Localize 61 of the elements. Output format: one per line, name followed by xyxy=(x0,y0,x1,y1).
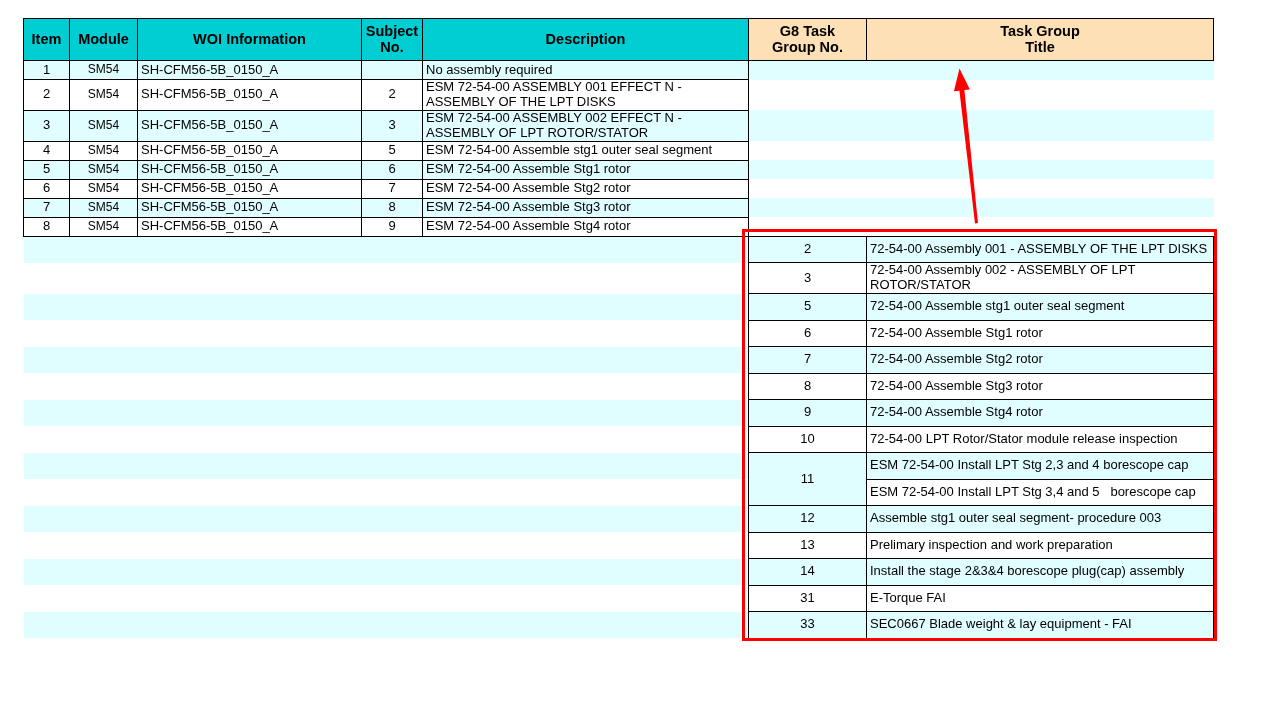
table-cell: 3 xyxy=(748,262,867,294)
table-cell: 9 xyxy=(361,217,423,237)
table-cell: SH-CFM56-5B_0150_A xyxy=(137,79,362,111)
table-cell: 2 xyxy=(23,79,70,111)
table-cell: SH-CFM56-5B_0150_A xyxy=(137,179,362,199)
table-cell: SM54 xyxy=(69,110,138,142)
table-cell: ESM 72-54-00 ASSEMBLY 001 EFFECT N - ASSEMBLY OF THE LPT DISKS xyxy=(422,79,749,111)
table-cell: 8 xyxy=(23,217,70,237)
column-header: Subject No. xyxy=(361,18,423,61)
table-cell: SH-CFM56-5B_0150_A xyxy=(137,110,362,142)
column-header: G8 Task Group No. xyxy=(748,18,867,61)
table-cell: 72-54-00 Assemble Stg4 rotor xyxy=(866,399,1214,427)
table-cell: 7 xyxy=(361,179,423,199)
table-cell: SM54 xyxy=(69,179,138,199)
table-cell: SM54 xyxy=(69,141,138,161)
column-header: Module xyxy=(69,18,138,61)
table-cell: 4 xyxy=(23,141,70,161)
table-cell: 72-54-00 Assemble Stg1 rotor xyxy=(866,320,1214,347)
table-cell: 2 xyxy=(361,79,423,111)
table-cell: 31 xyxy=(748,585,867,612)
table-cell: 13 xyxy=(748,532,867,559)
table-cell: 72-54-00 Assemble Stg2 rotor xyxy=(866,346,1214,374)
table-cell: ESM 72-54-00 Assemble Stg4 rotor xyxy=(422,217,749,237)
table-cell: SH-CFM56-5B_0150_A xyxy=(137,217,362,237)
table-cell: 72-54-00 Assembly 001 - ASSEMBLY OF THE LPT DISKS xyxy=(866,236,1214,263)
table-cell: SM54 xyxy=(69,79,138,111)
table-cell: 33 xyxy=(748,611,867,639)
table-cell: 72-54-00 Assemble Stg3 rotor xyxy=(866,373,1214,400)
table-cell: 9 xyxy=(748,399,867,427)
table-cell: 72-54-00 Assembly 002 - ASSEMBLY OF LPT ROTOR/STATOR xyxy=(866,262,1214,294)
column-header: Task Group Title xyxy=(866,18,1214,61)
table-cell: 5 xyxy=(748,293,867,321)
table-cell: E-Torque FAI xyxy=(866,585,1214,612)
table-cell: ESM 72-54-00 Assemble stg1 outer seal segment xyxy=(422,141,749,161)
table-cell: 14 xyxy=(748,558,867,586)
table-cell: 72-54-00 LPT Rotor/Stator module release inspection xyxy=(866,426,1214,453)
table-cell: 6 xyxy=(748,320,867,347)
table-cell: 3 xyxy=(361,110,423,142)
table-cell: 3 xyxy=(23,110,70,142)
table-cell: 5 xyxy=(361,141,423,161)
table-cell: 72-54-00 Assemble stg1 outer seal segment xyxy=(866,293,1214,321)
table-cell: 6 xyxy=(23,179,70,199)
table-cell: SEC0667 Blade weight & lay equipment - FAI xyxy=(866,611,1214,639)
column-header: Item xyxy=(23,18,70,61)
table-cell: ESM 72-54-00 Install LPT Stg 3,4 and 5 borescope cap xyxy=(866,479,1214,506)
table-cell: ESM 72-54-00 ASSEMBLY 002 EFFECT N - ASSEMBLY OF LPT ROTOR/STATOR xyxy=(422,110,749,142)
table-cell: ESM 72-54-00 Install LPT Stg 2,3 and 4 borescope cap xyxy=(866,452,1214,480)
table-cell: 12 xyxy=(748,505,867,533)
table-cell: ESM 72-54-00 Assemble Stg2 rotor xyxy=(422,179,749,199)
table-cell: 7 xyxy=(748,346,867,374)
table-cell: 10 xyxy=(748,426,867,453)
table-cell: 11 xyxy=(748,452,867,506)
table-cell: SM54 xyxy=(69,217,138,237)
table-cell: Prelimary inspection and work preparation xyxy=(866,532,1214,559)
table-cell: Assemble stg1 outer seal segment- procedure 003 xyxy=(866,505,1214,533)
table-cell: SH-CFM56-5B_0150_A xyxy=(137,141,362,161)
column-header: WOI Information xyxy=(137,18,362,61)
table-cell: 2 xyxy=(748,236,867,263)
column-header: Description xyxy=(422,18,749,61)
table-cell: Install the stage 2&3&4 borescope plug(cap) assembly xyxy=(866,558,1214,586)
table-cell: 8 xyxy=(748,373,867,400)
